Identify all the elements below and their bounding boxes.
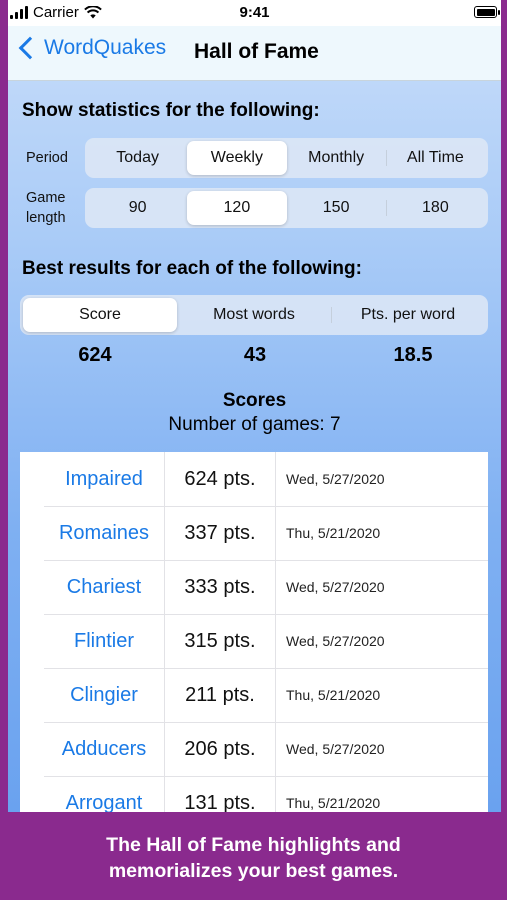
chevron-left-icon xyxy=(18,36,42,60)
games-count: Number of games: 7 xyxy=(168,414,341,435)
game-length-label-line2: length xyxy=(26,210,66,226)
app-screen: Carrier 9:41 WordQuakes Hall of Fame Sho… xyxy=(8,0,501,812)
scores-table: Impaired 624 pts. Wed, 5/27/2020 Romaine… xyxy=(20,452,488,812)
back-label: WordQuakes xyxy=(44,36,167,59)
table-row[interactable]: Romaines 337 pts. Thu, 5/21/2020 xyxy=(44,506,488,561)
best-score-value: 624 xyxy=(78,344,112,366)
filters-heading: Show statistics for the following: xyxy=(22,100,320,121)
promo-caption: The Hall of Fame highlights and memorial… xyxy=(0,812,507,900)
period-option-weekly[interactable]: Weekly xyxy=(187,141,287,175)
back-button[interactable]: WordQuakes xyxy=(16,36,166,60)
table-row[interactable]: Clingier 211 pts. Thu, 5/21/2020 xyxy=(44,668,488,723)
caption-text: The Hall of Fame highlights and memorial… xyxy=(0,832,507,884)
row-word[interactable]: Impaired xyxy=(44,452,164,506)
navigation-bar: WordQuakes Hall of Fame xyxy=(8,26,501,81)
best-results-segmented-control: Score Most words Pts. per word xyxy=(20,295,488,335)
length-option-120[interactable]: 120 xyxy=(187,191,287,225)
row-word[interactable]: Clingier xyxy=(44,668,164,722)
length-option-150[interactable]: 150 xyxy=(287,191,386,225)
table-row[interactable]: Chariest 333 pts. Wed, 5/27/2020 xyxy=(44,560,488,615)
row-points: 624 pts. xyxy=(164,452,276,506)
period-option-all-time[interactable]: All Time xyxy=(385,141,485,175)
row-word[interactable]: Arrogant xyxy=(44,776,164,813)
period-option-today[interactable]: Today xyxy=(88,141,187,175)
game-length-segmented-control: 90 120 150 180 xyxy=(85,188,488,228)
most-words-value: 43 xyxy=(243,344,267,366)
row-word[interactable]: Adducers xyxy=(44,722,164,776)
period-label: Period xyxy=(26,150,68,166)
pts-per-word-value: 18.5 xyxy=(393,344,433,366)
table-row[interactable]: Flintier 315 pts. Wed, 5/27/2020 xyxy=(44,614,488,669)
row-points: 206 pts. xyxy=(164,722,276,776)
best-option-pts-per-word[interactable]: Pts. per word xyxy=(331,298,485,332)
row-date: Wed, 5/27/2020 xyxy=(286,471,385,487)
row-points: 333 pts. xyxy=(164,560,276,614)
row-date: Wed, 5/27/2020 xyxy=(286,741,385,757)
caption-line-1: The Hall of Fame highlights and xyxy=(106,834,401,856)
length-option-180[interactable]: 180 xyxy=(385,191,485,225)
row-date: Wed, 5/27/2020 xyxy=(286,633,385,649)
row-points: 131 pts. xyxy=(164,776,276,812)
battery-tip xyxy=(498,10,500,15)
row-points: 315 pts. xyxy=(164,614,276,668)
row-points: 337 pts. xyxy=(164,506,276,560)
scores-title: Scores xyxy=(222,390,287,411)
row-points: 211 pts. xyxy=(164,668,276,722)
table-row[interactable]: Impaired 624 pts. Wed, 5/27/2020 xyxy=(44,452,488,507)
status-time: 9:41 xyxy=(239,4,270,21)
best-option-score[interactable]: Score xyxy=(23,298,177,332)
battery-icon xyxy=(474,6,497,18)
table-row[interactable]: Arrogant 131 pts. Thu, 5/21/2020 xyxy=(44,776,488,812)
period-segmented-control: Today Weekly Monthly All Time xyxy=(85,138,488,178)
row-word[interactable]: Romaines xyxy=(44,506,164,560)
best-option-most-words[interactable]: Most words xyxy=(177,298,331,332)
caption-line-2: memorializes your best games. xyxy=(108,860,399,882)
period-option-monthly[interactable]: Monthly xyxy=(287,141,386,175)
row-date: Thu, 5/21/2020 xyxy=(286,687,381,703)
row-date: Thu, 5/21/2020 xyxy=(286,795,381,811)
game-length-label-line1: Game xyxy=(26,190,66,206)
page-title: Hall of Fame xyxy=(194,40,319,63)
table-row[interactable]: Adducers 206 pts. Wed, 5/27/2020 xyxy=(44,722,488,777)
length-option-90[interactable]: 90 xyxy=(88,191,187,225)
best-results-heading: Best results for each of the following: xyxy=(22,258,362,279)
row-word[interactable]: Chariest xyxy=(44,560,164,614)
row-date: Wed, 5/27/2020 xyxy=(286,579,385,595)
row-word[interactable]: Flintier xyxy=(44,614,164,668)
row-date: Thu, 5/21/2020 xyxy=(286,525,381,541)
status-bar: Carrier 9:41 xyxy=(8,0,501,26)
